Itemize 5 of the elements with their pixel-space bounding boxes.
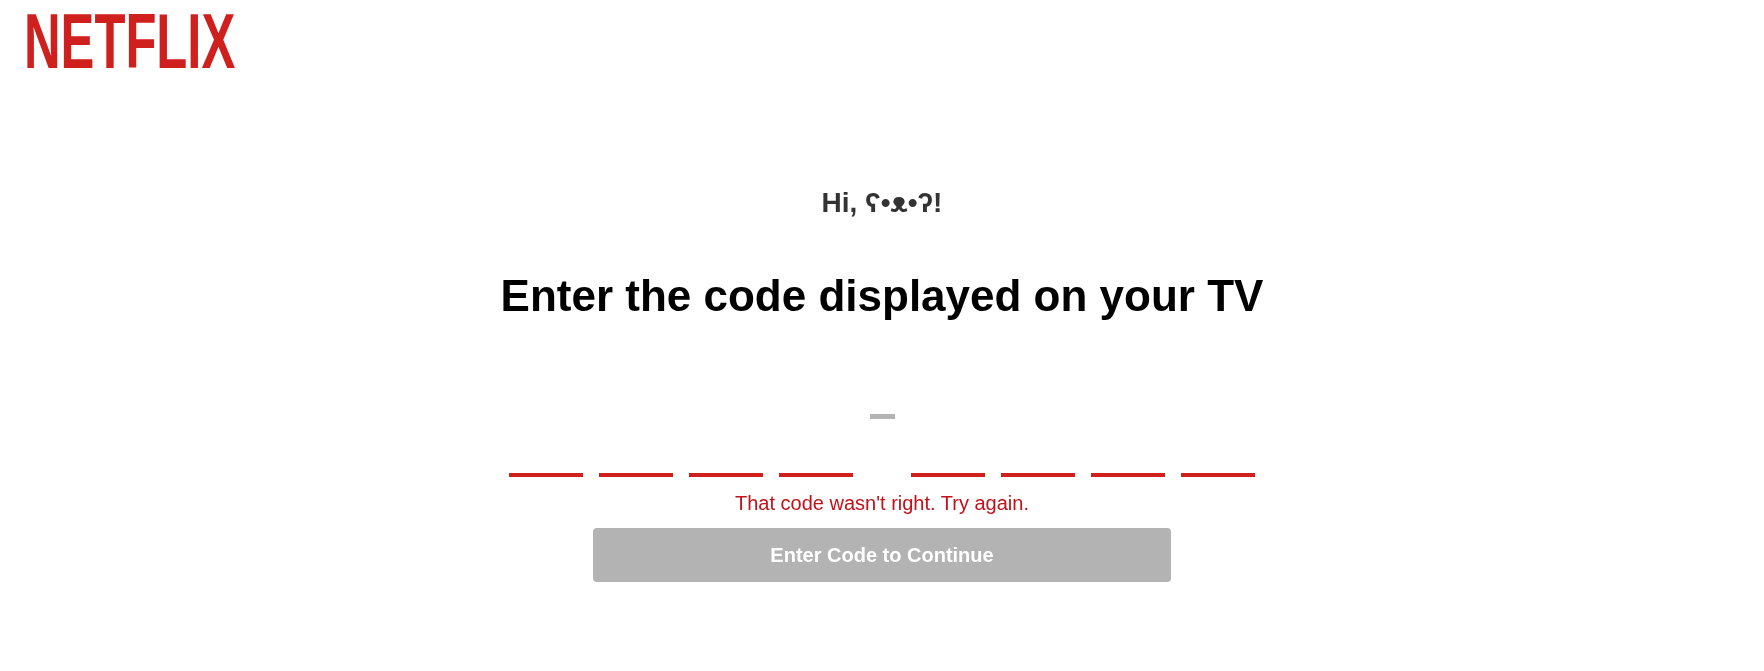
greeting-text: Hi, ʕ•ᴥ•ʔ!	[821, 186, 943, 220]
logo[interactable]: NETFLIX	[24, 13, 236, 70]
error-message: That code wasn't right. Try again.	[735, 491, 1029, 515]
page-title: Enter the code displayed on your TV	[500, 270, 1264, 322]
dash-icon	[869, 414, 895, 419]
